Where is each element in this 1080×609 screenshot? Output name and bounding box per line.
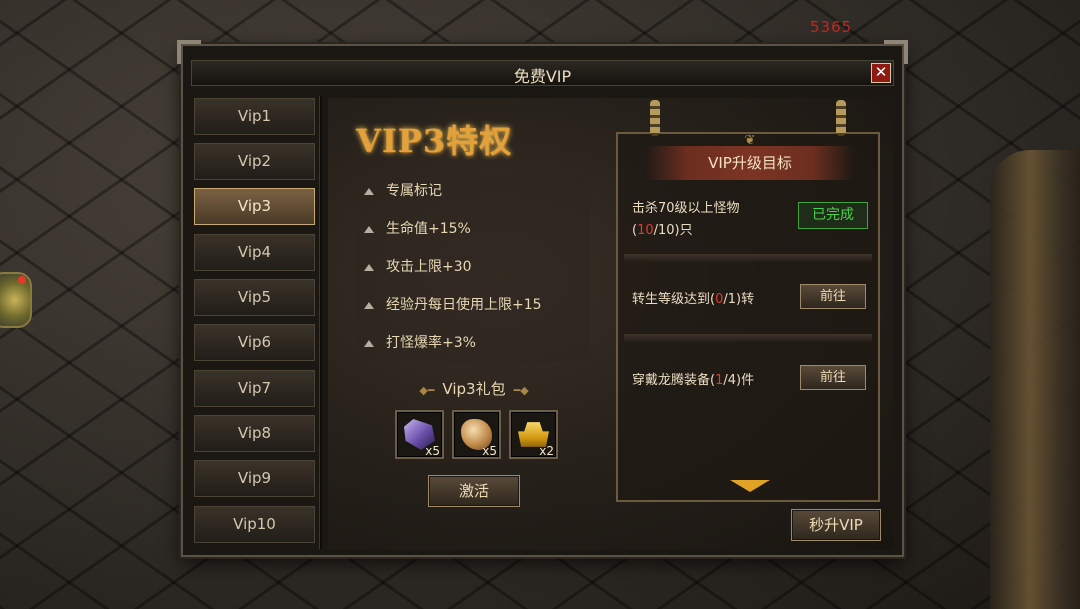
item-count: x5 [425, 444, 440, 458]
ornament-left-icon: ◆━ [419, 384, 435, 397]
privilege-item: 攻击上限+30 [364, 256, 472, 276]
window-title: 免费VIP [513, 67, 572, 86]
tab-vip8[interactable]: Vip8 [194, 415, 315, 452]
goto-button-rebirth[interactable]: 前往 [800, 284, 866, 309]
close-button[interactable]: ✕ [871, 63, 891, 83]
privilege-title: VIP3特权 [356, 122, 513, 160]
bullet-icon [364, 187, 374, 195]
task-separator [624, 334, 872, 342]
tab-vip1[interactable]: Vip1 [194, 98, 315, 135]
goto-button-gear[interactable]: 前往 [800, 365, 866, 390]
title-bar: 免费VIP ✕ [191, 60, 894, 86]
tab-vip9[interactable]: Vip9 [194, 460, 315, 497]
gift-item-slot[interactable]: x2 [509, 410, 558, 459]
activate-button[interactable]: 激活 [428, 475, 520, 507]
tab-vip3[interactable]: Vip3 [194, 188, 315, 225]
notification-dot [18, 276, 26, 284]
privilege-item: 专属标记 [364, 180, 442, 200]
free-vip-window: 免费VIP ✕ Vip1 Vip2 Vip3 Vip4 Vip5 Vip6 Vi… [177, 40, 908, 557]
task-rebirth-level: 转生等级达到(0/1)转 [632, 292, 755, 307]
panel-divider [319, 96, 322, 549]
gift-item-slot[interactable]: x5 [395, 410, 444, 459]
upgrade-title: VIP升级目标 [646, 124, 854, 180]
bullet-icon [364, 263, 374, 271]
upgrade-target-panel: VIP升级目标 击杀70级以上怪物 (10/10)只 已完成 转生等级达到(0/… [616, 100, 880, 502]
task-kill-monsters: 击杀70级以上怪物 (10/10)只 [632, 201, 740, 238]
task-separator [624, 254, 872, 262]
privilege-item: 打怪爆率+3% [364, 332, 476, 352]
score-readout: 5365 [810, 18, 853, 36]
tab-vip7[interactable]: Vip7 [194, 370, 315, 407]
side-event-icon[interactable] [0, 272, 32, 328]
bullet-icon [364, 225, 374, 233]
vip-tab-list: Vip1 Vip2 Vip3 Vip4 Vip5 Vip6 Vip7 Vip8 … [191, 96, 321, 549]
ornament-right-icon: ━◆ [513, 384, 529, 397]
tab-vip6[interactable]: Vip6 [194, 324, 315, 361]
tab-vip2[interactable]: Vip2 [194, 143, 315, 180]
instant-vip-button[interactable]: 秒升VIP [791, 509, 881, 541]
bullet-icon [364, 301, 374, 309]
bullet-icon [364, 339, 374, 347]
scroll-down-arrow-icon[interactable] [730, 480, 770, 492]
privilege-list: 专属标记 生命值+15% 攻击上限+30 经验丹每日使用上限+15 打怪爆率+3… [356, 174, 590, 362]
completed-badge: 已完成 [798, 202, 868, 229]
gift-pack-title: ◆━ Vip3礼包 ━◆ [419, 380, 529, 398]
privilege-item: 经验丹每日使用上限+15 [364, 294, 542, 314]
task-progress: 10 [637, 223, 654, 238]
tab-vip4[interactable]: Vip4 [194, 234, 315, 271]
gift-item-slot[interactable]: x5 [452, 410, 501, 459]
tab-vip10[interactable]: Vip10 [194, 506, 315, 543]
privilege-item: 生命值+15% [364, 218, 471, 238]
background-statue [990, 150, 1080, 609]
task-dragon-gear: 穿戴龙腾装备(1/4)件 [632, 373, 755, 388]
item-count: x5 [482, 444, 497, 458]
tab-vip5[interactable]: Vip5 [194, 279, 315, 316]
vip-content-panel: VIP3特权 专属标记 生命值+15% 攻击上限+30 经验丹每日使用上限+15… [328, 98, 893, 550]
item-count: x2 [539, 444, 554, 458]
